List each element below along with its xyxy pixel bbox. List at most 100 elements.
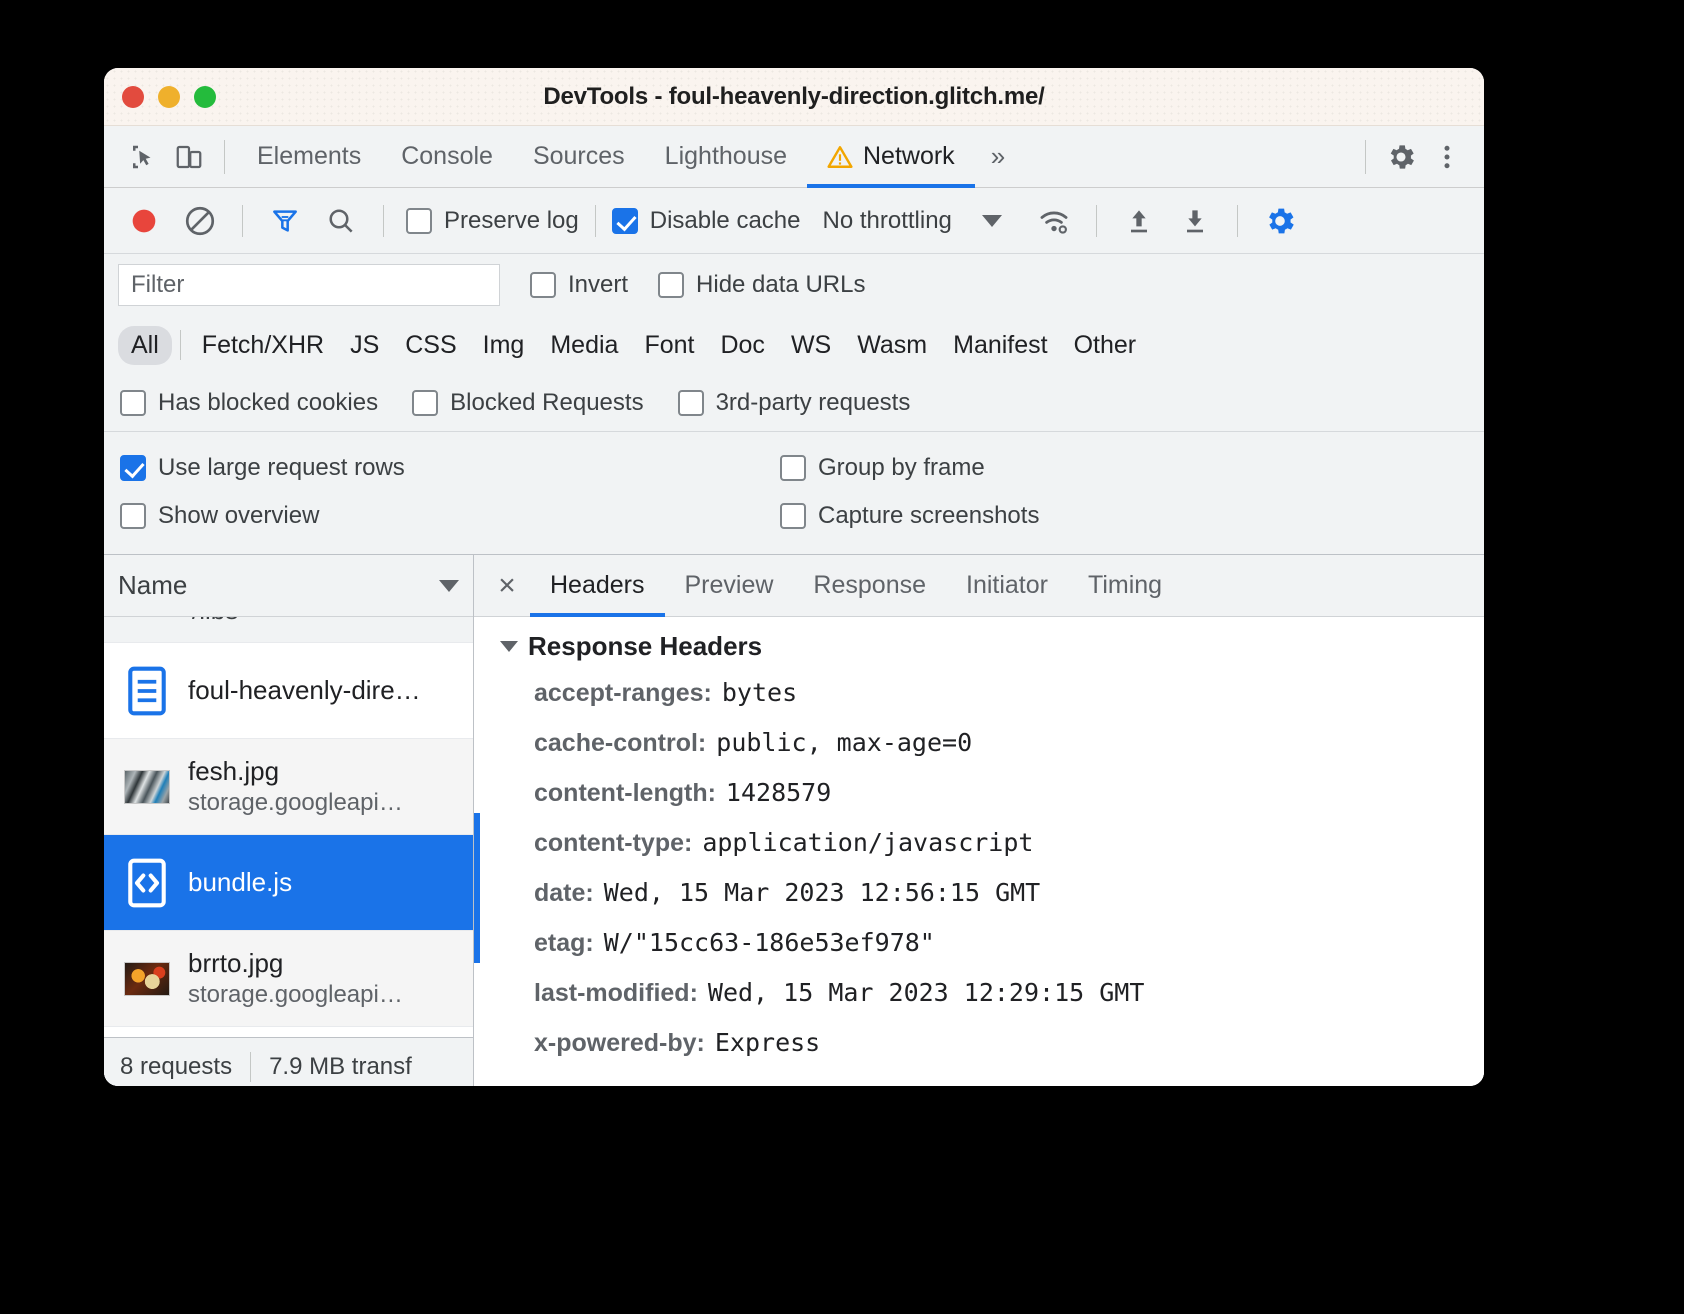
header-value[interactable]: 1428579 (726, 778, 831, 807)
filter-input[interactable] (118, 264, 500, 306)
type-filter-img[interactable]: Img (470, 326, 538, 365)
search-icon[interactable] (315, 195, 367, 247)
export-har-icon[interactable] (1169, 195, 1221, 247)
close-window-button[interactable] (122, 85, 144, 108)
request-row-partial-label: /libs (192, 617, 238, 626)
third-party-requests-box (677, 389, 704, 416)
has-blocked-cookies-box (120, 389, 146, 416)
inspect-cursor-icon[interactable] (120, 134, 166, 180)
header-key: content-length: (534, 779, 716, 807)
tabstrip-right-divider (1365, 139, 1366, 174)
tab-response[interactable]: Response (793, 555, 946, 617)
throttling-select[interactable]: No throttling (822, 207, 1002, 235)
header-row: date: Wed, 15 Mar 2023 12:56:15 GMT (534, 878, 1484, 928)
minimize-window-button[interactable] (158, 85, 180, 108)
table-row[interactable]: fesh.jpg storage.googleapi… (104, 739, 473, 835)
vertical-scrollbar[interactable] (474, 813, 480, 963)
tab-elements[interactable]: Elements (237, 126, 381, 188)
type-filter-js[interactable]: JS (337, 326, 392, 365)
wifi-settings-icon[interactable] (1028, 195, 1080, 247)
type-filter-fetchxhr[interactable]: Fetch/XHR (189, 326, 337, 365)
window-controls (122, 85, 216, 108)
triangle-down-icon (500, 641, 518, 652)
header-value[interactable]: public, max-age=0 (716, 728, 972, 757)
type-filter-css[interactable]: CSS (392, 326, 469, 365)
import-har-icon[interactable] (1113, 195, 1165, 247)
group-by-frame-checkbox[interactable]: Group by frame (780, 454, 985, 482)
tab-network[interactable]: Network (807, 126, 975, 188)
tab-lighthouse-label: Lighthouse (664, 142, 787, 170)
close-icon[interactable]: × (484, 563, 530, 609)
network-settings-gear-icon[interactable] (1254, 195, 1306, 247)
warning-triangle-icon (827, 144, 853, 170)
table-row[interactable]: bundle.js (104, 835, 473, 931)
maximize-window-button[interactable] (194, 85, 216, 108)
header-value[interactable]: bytes (722, 678, 797, 707)
header-key: cache-control: (534, 729, 707, 757)
has-blocked-cookies-label: Has blocked cookies (158, 388, 379, 416)
response-headers-section-toggle[interactable]: Response Headers (500, 631, 1484, 662)
header-row: x-powered-by: Express (534, 1028, 1484, 1078)
hide-data-urls-checkbox[interactable]: Hide data URLs (658, 271, 865, 299)
request-row-text: bundle.js (188, 867, 292, 898)
header-key: last-modified: (534, 979, 698, 1007)
blocked-requests-box (412, 389, 439, 416)
hide-data-urls-label: Hide data URLs (696, 271, 866, 298)
toolbar-divider-2 (383, 204, 384, 237)
header-row: accept-ranges: bytes (534, 678, 1484, 728)
type-filter-wasm[interactable]: Wasm (844, 326, 940, 365)
preserve-log-checkbox[interactable]: Preserve log (406, 207, 579, 235)
has-blocked-cookies-checkbox[interactable]: Has blocked cookies (120, 389, 378, 417)
funnel-filter-icon[interactable] (259, 195, 311, 247)
capture-screenshots-cell: Capture screenshots (780, 502, 1039, 530)
type-filter-media[interactable]: Media (537, 326, 631, 365)
request-rows[interactable]: /libs foul-heavenly-dire… (104, 617, 473, 1037)
type-filter-divider (179, 330, 181, 360)
tab-console[interactable]: Console (381, 126, 513, 188)
capture-screenshots-checkbox[interactable]: Capture screenshots (780, 502, 1039, 530)
request-row-text: fesh.jpg storage.googleapi… (188, 756, 403, 817)
header-value[interactable]: application/javascript (702, 828, 1033, 857)
tab-timing[interactable]: Timing (1068, 555, 1182, 617)
header-value[interactable]: Wed, 15 Mar 2023 12:29:15 GMT (708, 978, 1145, 1007)
header-value[interactable]: W/"15cc63-186e53ef978" (604, 928, 935, 957)
tab-lighthouse[interactable]: Lighthouse (645, 126, 807, 188)
tab-headers[interactable]: Headers (530, 555, 665, 617)
show-overview-checkbox[interactable]: Show overview (120, 502, 780, 530)
device-toggle-icon[interactable] (166, 134, 212, 180)
type-filter-all[interactable]: All (118, 325, 172, 365)
record-stop-icon[interactable] (118, 195, 170, 247)
disable-cache-label: Disable cache (649, 206, 801, 234)
type-filter-other[interactable]: Other (1061, 326, 1150, 365)
more-vertical-icon[interactable] (1424, 134, 1470, 180)
tab-elements-label: Elements (257, 142, 362, 170)
capture-screenshots-box (780, 503, 806, 529)
third-party-requests-checkbox[interactable]: 3rd-party requests (677, 389, 910, 417)
invert-checkbox[interactable]: Invert (530, 271, 628, 299)
request-detail-panel: × Headers Preview Response Initiator Tim… (474, 555, 1484, 1086)
type-filter-font[interactable]: Font (631, 326, 707, 365)
tab-preview[interactable]: Preview (665, 555, 794, 617)
table-row[interactable]: brrto.jpg storage.googleapi… (104, 931, 473, 1027)
header-value[interactable]: Express (715, 1028, 820, 1057)
column-header-name[interactable]: Name (104, 555, 473, 617)
more-tabs-button[interactable]: » (975, 141, 1021, 172)
tab-initiator[interactable]: Initiator (946, 555, 1068, 617)
use-large-request-rows-checkbox[interactable]: Use large request rows (120, 454, 780, 482)
type-filter-doc[interactable]: Doc (707, 326, 777, 365)
devtools-window: DevTools - foul-heavenly-direction.glitc… (104, 68, 1484, 1086)
table-row[interactable]: foul-heavenly-dire… (104, 643, 473, 739)
request-row-partial[interactable]: /libs (104, 617, 473, 643)
capture-screenshots-label: Capture screenshots (818, 502, 1040, 529)
headers-content: Response Headers accept-ranges: bytes ca… (474, 617, 1484, 1086)
header-value[interactable]: Wed, 15 Mar 2023 12:56:15 GMT (604, 878, 1041, 907)
gear-icon[interactable] (1378, 134, 1424, 180)
type-filter-manifest[interactable]: Manifest (940, 326, 1060, 365)
blocked-requests-checkbox[interactable]: Blocked Requests (412, 389, 644, 417)
type-filter-ws[interactable]: WS (778, 326, 844, 365)
title-bar: DevTools - foul-heavenly-direction.glitc… (104, 68, 1484, 126)
resource-type-filters: All Fetch/XHR JS CSS Img Media Font Doc … (104, 316, 1484, 374)
tab-sources[interactable]: Sources (513, 126, 645, 188)
clear-no-entry-icon[interactable] (174, 195, 226, 247)
disable-cache-checkbox[interactable]: Disable cache (611, 206, 801, 235)
